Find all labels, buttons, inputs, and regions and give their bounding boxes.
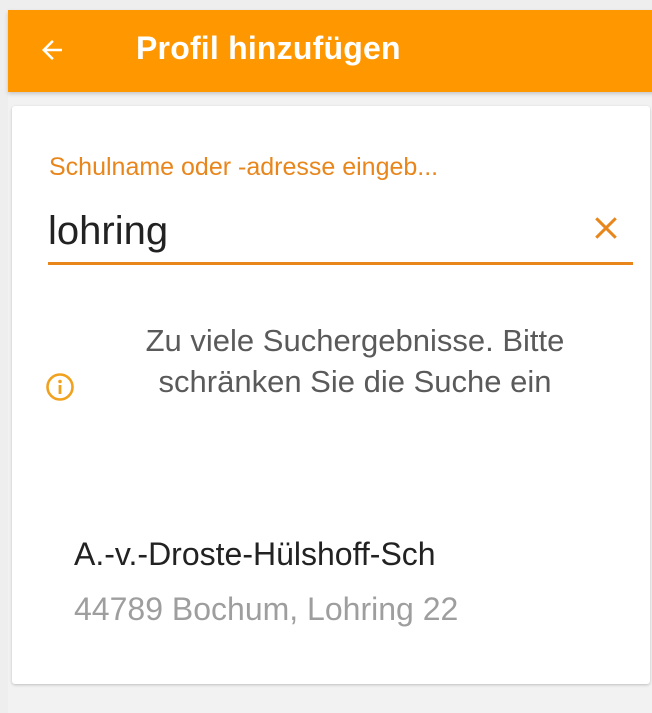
info-circle-icon: [45, 372, 75, 402]
list-item[interactable]: A.-v.-Droste-Hülshoff-Sch 44789 Bochum, …: [12, 514, 650, 634]
arrow-left-icon: [37, 35, 67, 65]
search-input-underline: [48, 262, 633, 265]
search-input[interactable]: [48, 206, 568, 256]
search-card: Schulname oder -adresse eingeb... Zu vie…: [12, 106, 650, 684]
clear-search-button[interactable]: [586, 210, 626, 250]
search-field-label: Schulname oder -adresse eingeb...: [49, 153, 439, 181]
page-title: Profil hinzufügen: [136, 30, 401, 66]
app-bar: Profil hinzufügen: [8, 10, 652, 92]
info-message: Zu viele Suchergebnisse. Bitte schränken…: [145, 323, 565, 399]
page: Profil hinzufügen Schulname oder -adress…: [8, 10, 652, 713]
back-button[interactable]: [26, 24, 78, 76]
school-address: 44789 Bochum, Lohring 22: [74, 591, 459, 627]
school-name: A.-v.-Droste-Hülshoff-Sch: [74, 536, 436, 572]
close-icon: [593, 215, 619, 246]
